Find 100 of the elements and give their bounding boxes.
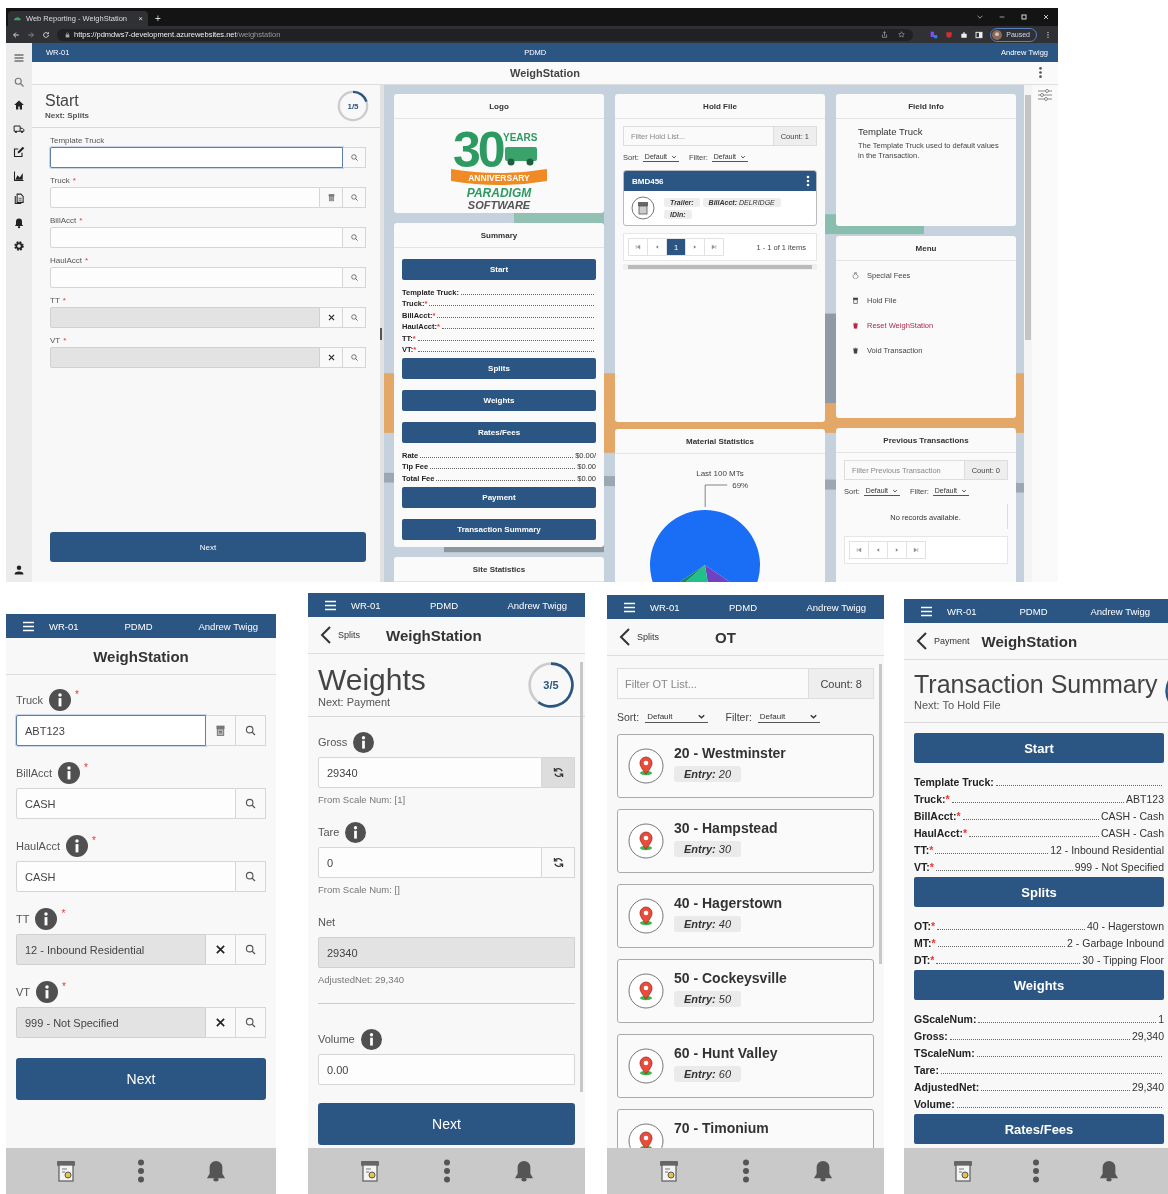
back-arrow-icon[interactable] [12, 30, 20, 39]
search-button[interactable] [236, 715, 266, 746]
refresh-button[interactable] [542, 847, 575, 878]
back-button[interactable]: Splits [619, 627, 659, 647]
refresh-button[interactable] [542, 757, 575, 788]
section-button[interactable]: Weights [914, 970, 1164, 1000]
kebab-menu-icon[interactable] [1032, 1159, 1040, 1183]
forward-arrow-icon[interactable] [27, 30, 35, 39]
text-field[interactable]: CASH [16, 861, 236, 892]
list-card[interactable]: 60 - Hunt Valley Entry: 60 [617, 1034, 874, 1098]
menu-icon[interactable] [920, 605, 933, 617]
text-field[interactable]: 29340 [318, 757, 542, 788]
home-icon[interactable] [13, 99, 25, 111]
clear-button[interactable] [320, 347, 343, 368]
horizontal-scrollbar[interactable] [623, 264, 817, 270]
previous-page-icon [654, 244, 660, 250]
close-icon[interactable] [1042, 13, 1050, 21]
hold-button[interactable] [320, 187, 343, 208]
receipt-icon[interactable] [658, 1159, 679, 1183]
shield-icon[interactable] [945, 30, 954, 39]
new-tab-button[interactable]: + [151, 12, 165, 26]
vertical-scrollbar[interactable] [1024, 85, 1032, 582]
maximize-icon[interactable] [1020, 13, 1028, 21]
settings-icon[interactable] [13, 240, 25, 252]
document-icon[interactable] [13, 193, 25, 205]
card-title: 60 - Hunt Valley [674, 1045, 778, 1061]
sliders-icon[interactable] [1037, 88, 1053, 102]
text-field[interactable]: CASH [16, 788, 236, 819]
user-icon[interactable] [13, 564, 25, 576]
info-icon[interactable] [66, 835, 89, 857]
section-button[interactable]: Start [914, 733, 1164, 763]
search-button[interactable] [236, 861, 266, 892]
minimize-icon[interactable] [998, 13, 1006, 21]
text-field[interactable]: ABT123 [16, 715, 206, 746]
info-icon[interactable] [353, 731, 375, 753]
list-card[interactable]: 20 - Westminster Entry: 20 [617, 734, 874, 798]
receipt-icon[interactable] [953, 1159, 974, 1183]
hold-button[interactable] [206, 715, 236, 746]
next-button[interactable]: Next [318, 1103, 575, 1145]
splitter-handle[interactable] [380, 328, 382, 340]
map-pin-icon [628, 748, 664, 784]
filter-field[interactable]: Filter OT List... [617, 668, 809, 699]
section-button[interactable]: Payment [402, 486, 596, 508]
search-button[interactable] [236, 934, 266, 965]
sort-dropdown[interactable]: Default [645, 711, 708, 723]
star-icon[interactable] [898, 31, 906, 38]
receipt-icon[interactable] [359, 1159, 380, 1183]
kebab-menu-icon[interactable] [1038, 65, 1043, 80]
search-icon[interactable] [13, 75, 25, 88]
clear-button[interactable] [206, 1007, 236, 1038]
share-icon[interactable] [881, 31, 889, 38]
section-button[interactable]: Splits [402, 358, 596, 379]
search-button[interactable] [236, 1007, 266, 1038]
section-button[interactable]: Splits [914, 877, 1164, 907]
section-button[interactable]: Rates/Fees [402, 422, 596, 443]
section-button[interactable]: Rates/Fees [914, 1114, 1164, 1144]
vertical-scrollbar[interactable] [580, 662, 583, 1092]
text-field[interactable]: 0.00 [318, 1054, 575, 1085]
receipt-icon[interactable] [56, 1159, 77, 1183]
side-panel-icon[interactable] [975, 30, 984, 39]
menu-icon[interactable] [623, 601, 636, 613]
next-button[interactable]: Next [16, 1058, 266, 1100]
next-button[interactable]: Next [50, 532, 366, 562]
info-icon[interactable] [360, 1028, 382, 1050]
clear-button[interactable] [206, 934, 236, 965]
filter-dropdown[interactable]: Default [757, 711, 821, 723]
list-card[interactable]: 40 - Hagerstown Entry: 40 [617, 884, 874, 948]
section-button[interactable]: Transaction Summary [402, 518, 596, 540]
list-card[interactable]: 70 - Timonium [617, 1109, 874, 1148]
search-button[interactable] [236, 788, 266, 819]
kebab-menu-icon[interactable] [741, 1159, 750, 1183]
clear-icon [214, 1016, 227, 1029]
extension-icon[interactable] [930, 30, 939, 39]
info-icon[interactable] [58, 762, 81, 784]
info-icon[interactable] [345, 821, 367, 843]
close-tab-button[interactable]: × [138, 14, 143, 23]
menu-icon[interactable] [22, 620, 35, 632]
edit-icon[interactable] [13, 146, 25, 158]
kebab-menu-icon[interactable] [442, 1159, 451, 1183]
list-card[interactable]: 50 - Cockeysville Entry: 50 [617, 959, 874, 1023]
kebab-menu-icon[interactable] [806, 175, 810, 187]
text-field[interactable] [50, 147, 343, 168]
list-card[interactable]: 30 - Hampstead Entry: 30 [617, 809, 874, 873]
clear-button[interactable] [320, 307, 343, 328]
menu-icon[interactable] [324, 599, 337, 611]
panel-title: Logo [489, 101, 509, 111]
kebab-menu-icon[interactable] [137, 1159, 145, 1183]
vertical-scrollbar[interactable] [879, 664, 882, 964]
area-chart-icon[interactable] [13, 169, 25, 182]
chevron-down-icon[interactable] [976, 13, 984, 21]
section-button[interactable]: Weights [402, 390, 596, 411]
back-button[interactable]: Splits [320, 625, 360, 645]
back-button[interactable]: Payment [916, 631, 970, 651]
puzzle-icon[interactable] [960, 30, 969, 39]
info-icon[interactable] [49, 689, 72, 711]
section-button[interactable]: Start [402, 259, 596, 280]
reload-icon[interactable] [42, 30, 50, 39]
bell-icon[interactable] [13, 216, 25, 229]
text-field[interactable]: 0 [318, 847, 542, 878]
kebab-menu-icon[interactable] [1044, 30, 1052, 39]
